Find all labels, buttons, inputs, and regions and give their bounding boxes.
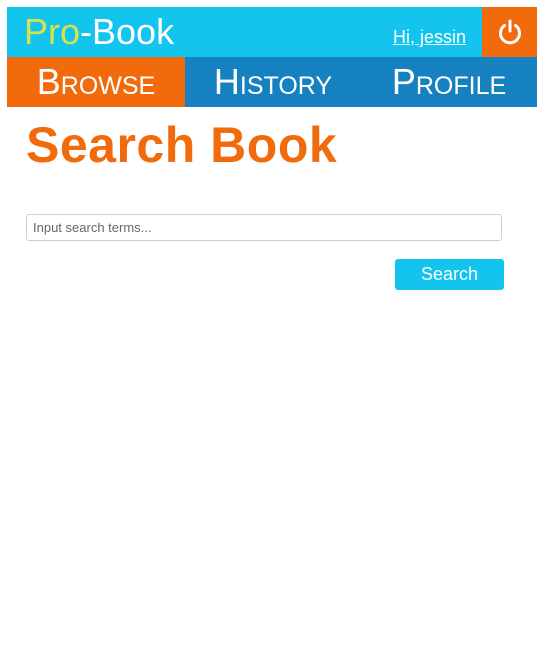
- logo-pro-text: Pro: [24, 11, 81, 52]
- search-button[interactable]: Search: [395, 259, 504, 290]
- logo-book-text: -Book: [80, 11, 175, 52]
- power-icon: [498, 19, 521, 45]
- tab-profile[interactable]: Profile: [361, 57, 537, 107]
- main-nav: Browse History Profile: [7, 57, 537, 107]
- tab-history[interactable]: History: [185, 57, 361, 107]
- logo: Pro-Book: [24, 12, 174, 52]
- page-title: Search Book: [26, 117, 338, 173]
- header-bar: Pro-Book Hi, jessin: [7, 7, 537, 57]
- tab-browse[interactable]: Browse: [7, 57, 185, 107]
- app-container: Pro-Book Hi, jessin Browse History Profi…: [7, 7, 537, 107]
- search-input[interactable]: [26, 214, 502, 241]
- user-greeting-link[interactable]: Hi, jessin: [393, 26, 466, 48]
- logout-button[interactable]: [482, 7, 537, 57]
